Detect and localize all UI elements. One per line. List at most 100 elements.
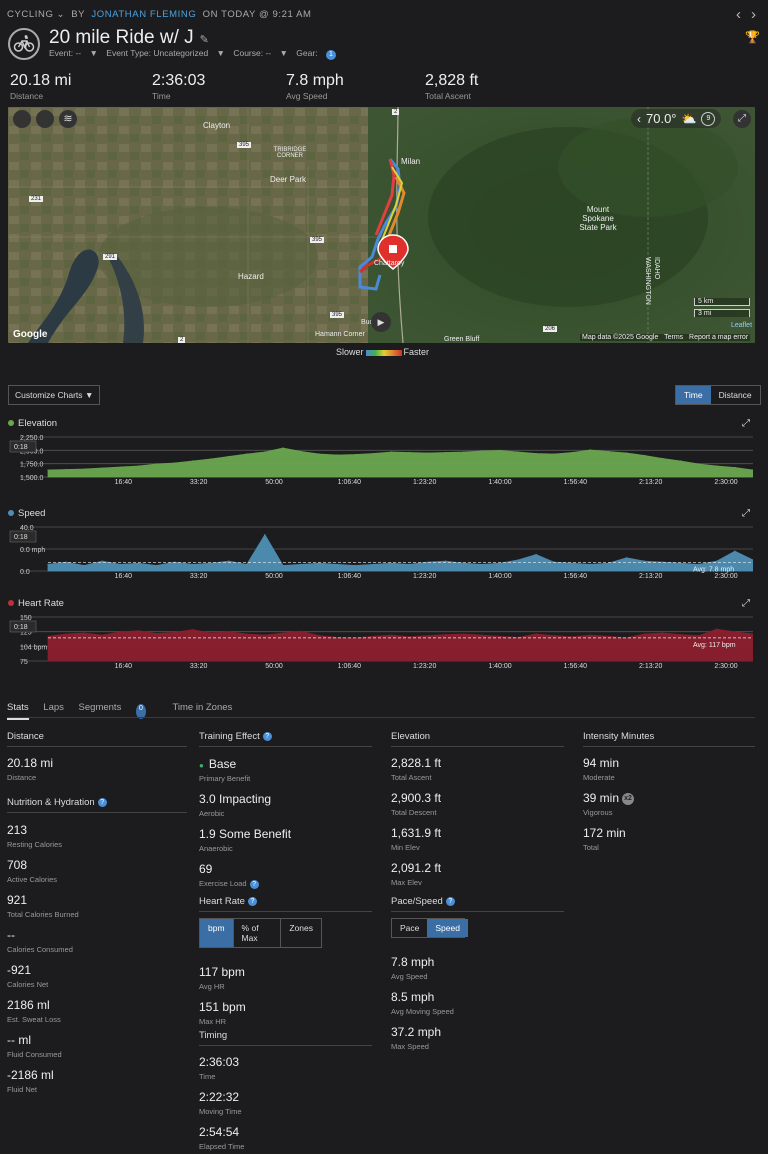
data-point xyxy=(698,563,700,565)
data-point xyxy=(553,635,555,637)
zones-button[interactable]: Zones xyxy=(280,919,321,947)
data-point xyxy=(517,451,519,453)
stat-label: Est. Sweat Loss xyxy=(7,1015,61,1024)
data-point xyxy=(698,463,700,465)
stat-item: 2186 ml Est. Sweat Loss xyxy=(7,998,187,1024)
leaflet-link[interactable]: Leaflet xyxy=(731,322,752,329)
data-point xyxy=(734,466,736,469)
heart-rate-chart[interactable]: 150125104 bpm75Avg: 117 bpm16:40 33:20 50:… xyxy=(8,613,753,669)
data-point xyxy=(119,631,121,633)
report-error-link[interactable]: Report a map error xyxy=(689,334,748,341)
stat-value: 708 xyxy=(7,858,28,872)
time-toggle[interactable]: Time xyxy=(676,386,711,404)
cycling-icon xyxy=(8,28,40,60)
info-icon[interactable]: ? xyxy=(262,731,272,741)
data-point xyxy=(372,452,374,455)
speed-chart[interactable]: 40.00.0 mph0.0 Avg: 7.8 mph16:40 33:20 50:0… xyxy=(8,523,753,579)
data-point xyxy=(137,630,139,632)
speed-button[interactable]: Speed xyxy=(427,919,468,937)
stat-value: 921 xyxy=(7,893,28,907)
average-label: Avg: 117 bpm xyxy=(693,642,736,649)
scale-mi: 3 mi xyxy=(694,309,750,317)
gear-field[interactable]: Gear: 1 xyxy=(296,48,342,60)
intensity-minutes-section: Intensity Minutes 94 min Moderate 39 min x… xyxy=(583,731,755,852)
x-tick-label: 50:00 xyxy=(265,479,283,485)
data-point xyxy=(625,637,628,639)
weather-widget[interactable]: ‹ 70.0° ⛅ 9 xyxy=(631,109,722,128)
pace-speed-toggle: Pace Speed xyxy=(391,918,468,938)
event-type-dropdown[interactable]: Event Type: Uncategorized ▼ xyxy=(106,48,225,58)
pencil-icon[interactable]: ✎ xyxy=(200,34,209,46)
gear-count-badge[interactable]: 1 xyxy=(325,50,336,60)
fullscreen-icon[interactable]: ⤢ xyxy=(733,110,751,128)
percent-max-button[interactable]: % of Max xyxy=(232,919,281,947)
training-effect-section: Training Effect? ● Base Primary Benefit 3.… xyxy=(199,731,372,889)
data-point xyxy=(662,457,664,460)
data-point xyxy=(246,453,248,455)
trophy-icon[interactable]: 🏆 xyxy=(745,30,760,44)
customize-charts-button[interactable]: Customize Charts ▼ xyxy=(8,385,101,405)
map-label: Clayton xyxy=(203,121,231,130)
x-tick-label: 1:40:00 xyxy=(488,479,511,485)
data-point xyxy=(119,466,121,468)
distance-section: Distance 20.18 mi Distance xyxy=(7,731,187,782)
layers-icon[interactable]: ≋ xyxy=(59,110,77,128)
nutrition-section: Nutrition & Hydration? 213 Resting Calori… xyxy=(7,797,187,1094)
x-tick-label: 1:56:40 xyxy=(564,573,587,579)
chevron-right-icon[interactable]: › xyxy=(751,6,756,23)
terms-link[interactable]: Terms xyxy=(664,334,683,341)
author-link[interactable]: JONATHAN FLEMING xyxy=(91,9,196,20)
data-point xyxy=(716,465,718,467)
tab-time-in-zones[interactable]: Time in Zones xyxy=(172,702,232,718)
play-icon[interactable]: ▶ xyxy=(371,312,391,332)
event-dropdown[interactable]: Event: -- ▼ xyxy=(49,48,98,58)
data-point xyxy=(408,451,411,454)
map-control[interactable] xyxy=(36,110,54,128)
x-tick-label: 1:40:00 xyxy=(488,573,511,579)
chevron-left-icon[interactable]: ‹ xyxy=(637,112,641,126)
stat-value: -- ml xyxy=(7,1033,31,1047)
info-icon[interactable]: ? xyxy=(249,879,259,889)
weather-count-badge[interactable]: 9 xyxy=(701,111,716,126)
expand-icon[interactable]: ⤢ xyxy=(742,418,750,429)
expand-icon[interactable]: ⤢ xyxy=(742,598,750,609)
road-shield: 2 xyxy=(392,109,400,115)
activity-type[interactable]: CYCLING xyxy=(7,9,53,20)
chevron-left-icon[interactable]: ‹ xyxy=(736,6,741,23)
elevation-chart-title: Elevation xyxy=(8,418,57,429)
data-point xyxy=(607,562,610,564)
info-icon[interactable]: ? xyxy=(97,797,107,807)
data-point xyxy=(607,450,610,453)
stat-item: 151 bpm Max HR xyxy=(199,1000,246,1026)
info-icon[interactable]: ? xyxy=(247,896,257,906)
pace-button[interactable]: Pace xyxy=(392,919,427,937)
map-label: Mount Spokane State Park xyxy=(579,205,617,232)
chevron-down-icon[interactable]: ⌄ xyxy=(56,9,65,20)
x-tick-label: 1:06:40 xyxy=(338,663,361,669)
legend-slower: Slower xyxy=(336,347,364,357)
elevation-chart[interactable]: 2,250.02,000.01,750.01,500.016:4033:2050… xyxy=(8,433,753,485)
summary-total-ascent: 2,828 ft Total Ascent xyxy=(425,72,479,101)
stat-item: 921 Total Calories Burned xyxy=(7,893,187,919)
tab-segments[interactable]: Segments 0 xyxy=(79,702,158,719)
data-point xyxy=(47,563,49,565)
info-icon[interactable]: ? xyxy=(445,896,455,906)
stat-item: 2,828.1 ft Total Ascent xyxy=(391,756,442,782)
bpm-button[interactable]: bpm xyxy=(200,919,233,947)
data-point xyxy=(210,632,212,634)
data-point xyxy=(517,559,519,561)
map-control[interactable] xyxy=(13,110,31,128)
data-point xyxy=(318,635,320,637)
pace-speed-section: Pace/Speed? Pace Speed 7.8 mph Avg Speed … xyxy=(391,896,564,1051)
data-point xyxy=(390,451,393,453)
distance-toggle[interactable]: Distance xyxy=(711,386,760,404)
route-map[interactable]: Clayton TRIBRIDGE CORNER Deer Park Milan… xyxy=(8,107,755,343)
x-tick-label: 2:30:00 xyxy=(714,573,737,579)
data-point xyxy=(264,451,266,453)
stat-label: Resting Calories xyxy=(7,840,63,849)
stat-item: 37.2 mph Max Speed xyxy=(391,1025,442,1051)
expand-icon[interactable]: ⤢ xyxy=(742,508,750,519)
course-dropdown[interactable]: Course: -- ▼ xyxy=(233,48,288,58)
x-tick-label: 2:13:20 xyxy=(639,663,662,669)
tab-laps[interactable]: Laps xyxy=(43,702,64,718)
